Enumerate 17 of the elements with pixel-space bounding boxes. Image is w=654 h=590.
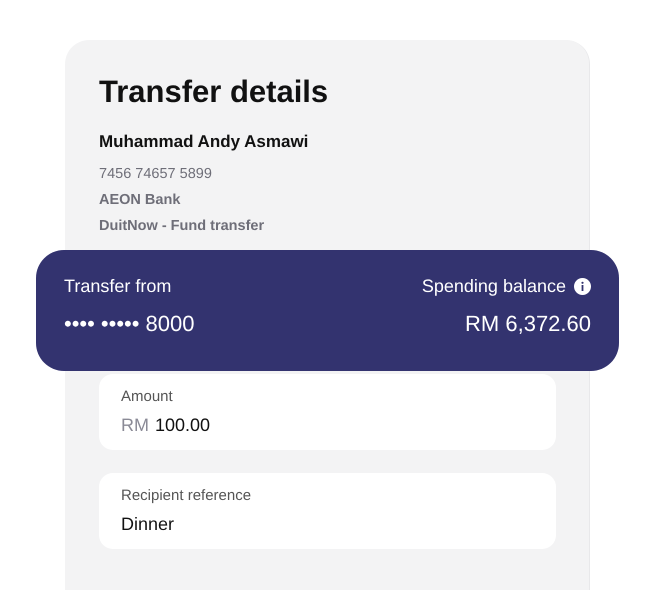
page-title: Transfer details (99, 74, 328, 110)
bank-name: AEON Bank (99, 192, 180, 208)
transfer-from-label: Transfer from (64, 276, 172, 297)
balance-amount: RM 6,372.60 (465, 311, 591, 337)
currency-prefix: RM (121, 415, 149, 436)
balance-label: Spending balance (422, 276, 566, 297)
field-label: Recipient reference (121, 487, 252, 504)
input-field[interactable]: Amount RM 100.00 (99, 374, 556, 450)
account-number: 7456 74657 5899 (99, 166, 212, 182)
field-label: Amount (121, 388, 173, 405)
field-value: Dinner (121, 514, 174, 535)
info-icon[interactable] (574, 278, 591, 295)
input-field[interactable]: Recipient reference Dinner (99, 473, 556, 549)
account-number: •••• ••••• 8000 (64, 311, 196, 337)
field-value: 100.00 (155, 415, 210, 436)
transfer-method: DuitNow - Fund transfer (99, 218, 264, 234)
recipient-name: Muhammad Andy Asmawi (99, 132, 308, 152)
